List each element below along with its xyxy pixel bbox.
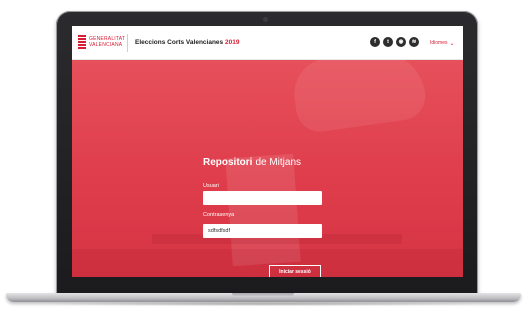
login-title-rest: de Mitjans (255, 157, 302, 168)
generalitat-logo[interactable]: GENERALITAT VALENCIANA (78, 34, 128, 52)
password-input[interactable] (203, 224, 322, 238)
logo-text: GENERALITAT VALENCIANA (89, 36, 131, 48)
password-label: Contrasenya (203, 212, 235, 218)
facebook-icon[interactable]: f (370, 37, 380, 47)
username-label: Usuari (203, 183, 219, 189)
social-links: f t ◉ ≋ (370, 37, 419, 47)
login-title: Repositori de Mitjans (203, 157, 301, 168)
background-floor (72, 249, 463, 277)
login-button[interactable]: Iniciar sessió (269, 265, 321, 277)
webcam (263, 17, 268, 22)
chevron-down-icon: ⌄ (449, 41, 455, 47)
login-hero: Repositori de Mitjans Usuari Contrasenya … (72, 60, 463, 277)
instagram-icon[interactable]: ◉ (396, 37, 406, 47)
twitter-icon[interactable]: t (383, 37, 393, 47)
username-input[interactable] (203, 191, 322, 205)
laptop-base (6, 293, 521, 302)
site-title[interactable]: Eleccions Corts Valencianes 2019 (135, 39, 239, 46)
language-menu[interactable]: Idiomes ⌄ (430, 39, 455, 47)
laptop-shadow (36, 302, 491, 306)
site-title-text: Eleccions Corts Valencianes (135, 39, 224, 46)
language-label: Idiomes (430, 40, 448, 46)
login-title-bold: Repositori (203, 157, 253, 168)
laptop-notch (232, 293, 294, 297)
background-arm (289, 60, 429, 135)
logo-mark-icon (78, 35, 86, 51)
header-divider (127, 34, 128, 52)
laptop-screen: GENERALITAT VALENCIANA Eleccions Corts V… (72, 26, 463, 277)
site-title-year: 2019 (224, 39, 240, 46)
site-header: GENERALITAT VALENCIANA Eleccions Corts V… (72, 26, 463, 60)
logo-line-2: VALENCIANA (89, 42, 123, 48)
rss-icon[interactable]: ≋ (409, 37, 419, 47)
